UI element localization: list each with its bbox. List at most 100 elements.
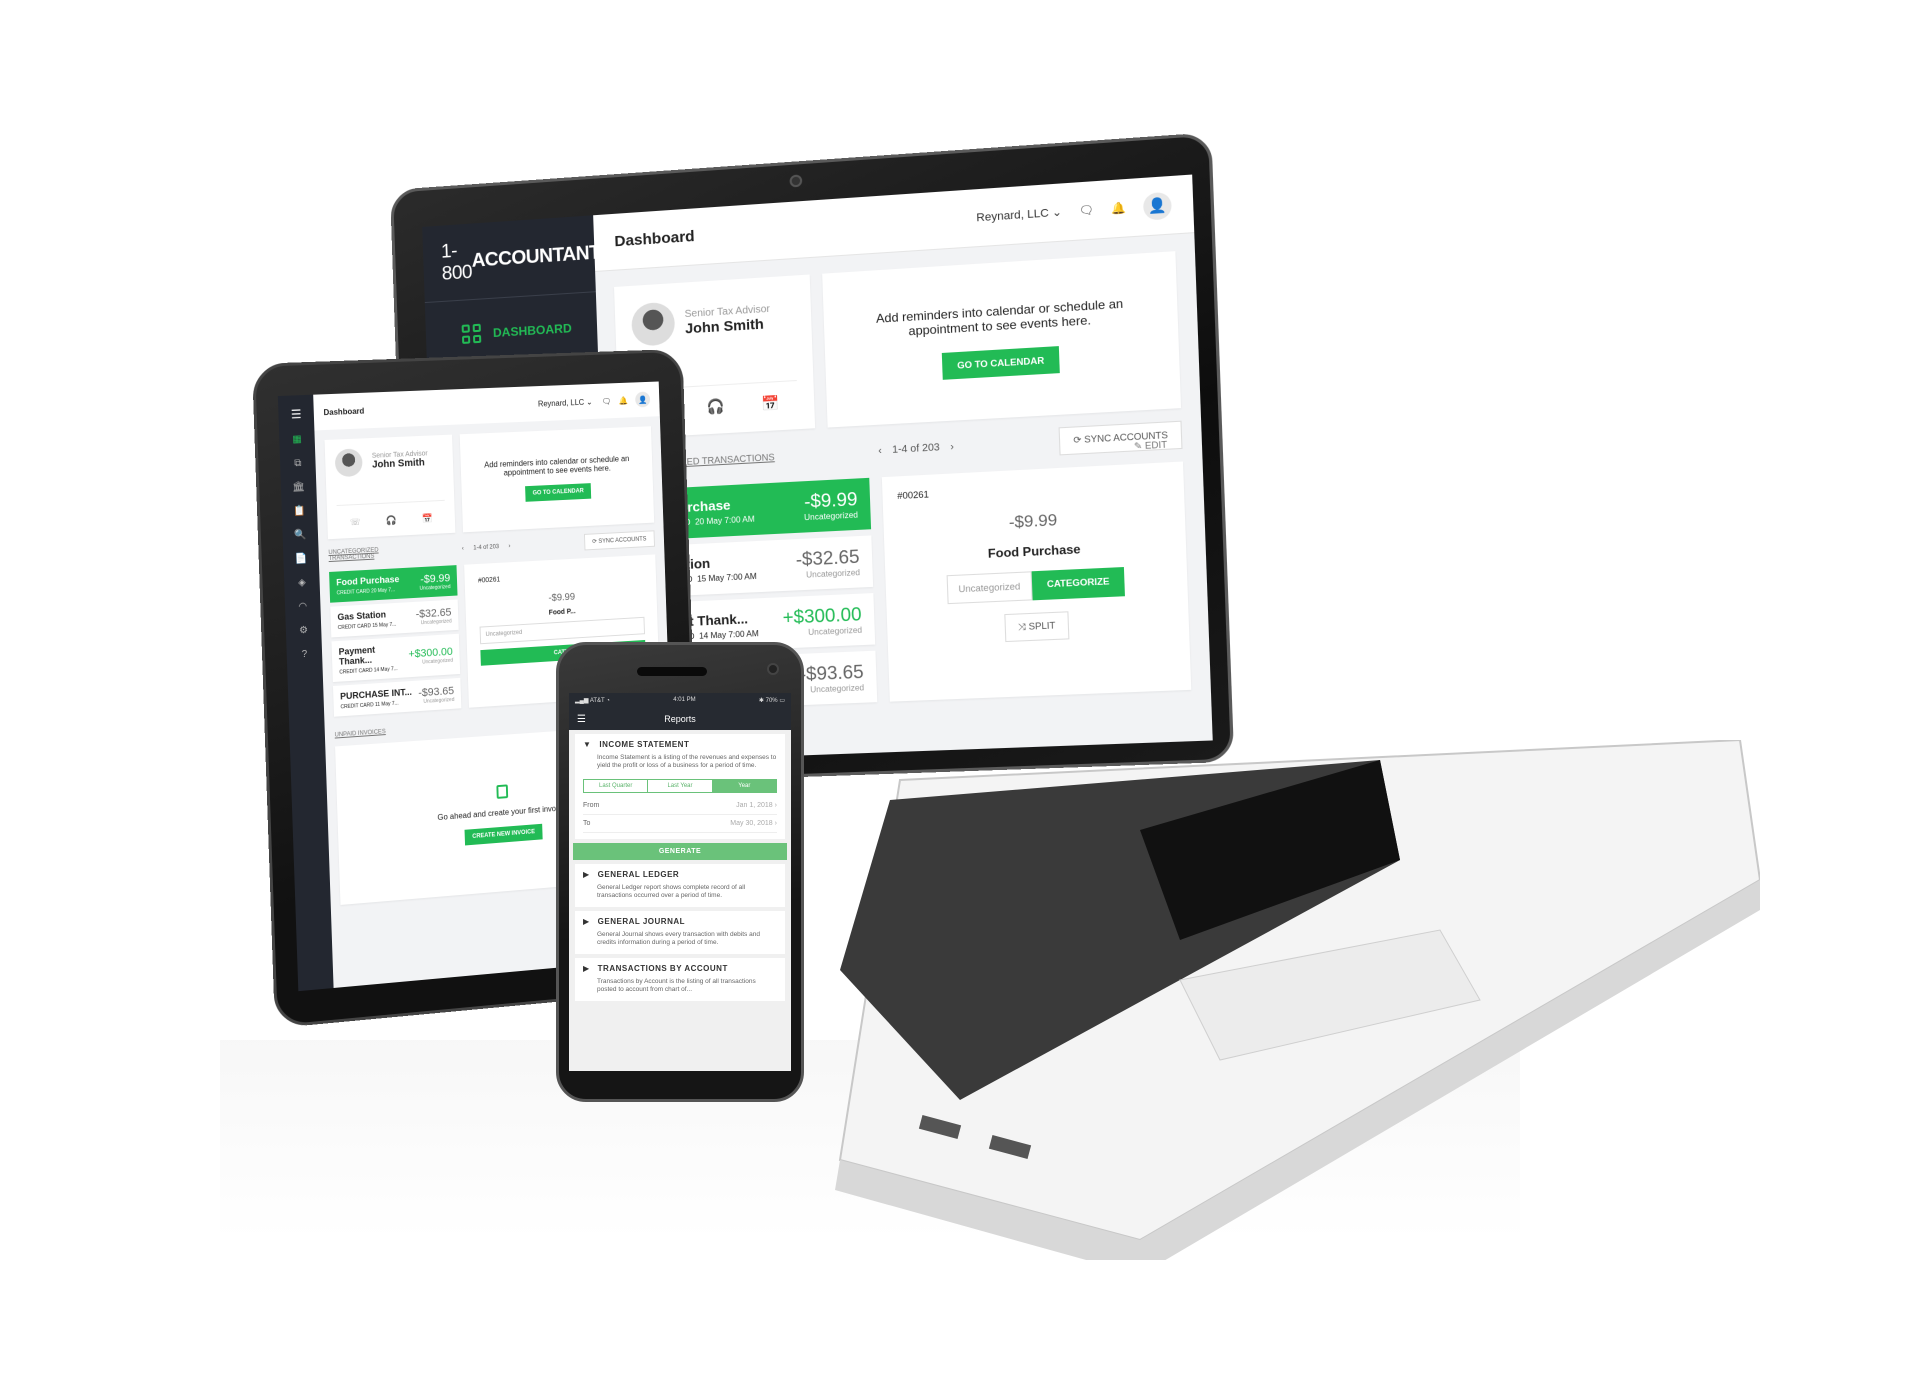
edit-button[interactable]: ✎ EDIT	[1134, 439, 1168, 452]
chevron-right-icon: ›	[774, 819, 777, 827]
hamburger-menu-icon[interactable]: ☰	[577, 714, 586, 725]
split-button[interactable]: ⤨ SPLIT	[1003, 611, 1070, 643]
transactions-heading: UNCATEGORIZED TRANSACTIONS	[328, 547, 379, 562]
phone-icon[interactable]: ☏	[350, 517, 361, 528]
create-invoice-button[interactable]: CREATE NEW INVOICE	[464, 823, 543, 845]
tx-category: Uncategorized	[806, 567, 861, 580]
section-title: GENERAL JOURNAL	[597, 916, 686, 926]
documents-icon[interactable]: ⧉	[294, 458, 301, 469]
bank-icon[interactable]: 🏛	[292, 482, 305, 494]
next-page-icon[interactable]: ›	[508, 543, 510, 549]
to-date-row[interactable]: To May 30, 2018 ›	[583, 815, 777, 833]
prev-page-icon[interactable]: ‹	[878, 445, 882, 457]
sync-accounts-button[interactable]: ⟳ SYNC ACCOUNTS	[583, 530, 655, 551]
clock: 4:01 PM	[673, 697, 696, 703]
caret-right-icon: ▶	[583, 963, 590, 973]
prev-page-icon[interactable]: ‹	[462, 546, 464, 552]
from-label: From	[583, 801, 600, 809]
report-section-income: ▼ INCOME STATEMENT Income Statement is a …	[575, 734, 785, 839]
to-label: To	[583, 819, 591, 827]
from-date-row[interactable]: From Jan 1, 2018 ›	[583, 797, 777, 815]
category-select[interactable]: Uncategorized	[946, 571, 1033, 605]
sidebar-item-label: DASHBOARD	[492, 320, 572, 340]
logo-text: ACCOUNTANT	[471, 241, 601, 272]
battery-level: 70%	[765, 698, 778, 704]
calendar-icon[interactable]: 📅	[761, 394, 780, 412]
bell-icon[interactable]: 🔔	[619, 396, 629, 405]
chat-icon[interactable]: 🗨	[602, 396, 612, 405]
search-document-icon[interactable]: 🔍	[294, 529, 307, 541]
tx-date: 14 May 7:00 AM	[698, 628, 759, 641]
company-selector[interactable]: Reynard, LLC ⌄	[976, 205, 1062, 224]
support-icon[interactable]: ◠	[298, 601, 307, 612]
headset-icon[interactable]: 🎧	[386, 515, 397, 526]
reminder-text: Add reminders into calendar or schedule …	[875, 296, 1124, 339]
tx-amount: -$9.99	[803, 488, 858, 512]
bell-icon[interactable]: 🔔	[1111, 201, 1126, 215]
go-to-calendar-button[interactable]: GO TO CALENDAR	[524, 483, 592, 502]
go-to-calendar-button[interactable]: GO TO CALENDAR	[941, 346, 1060, 380]
category-select[interactable]: Uncategorized	[479, 616, 645, 645]
tx-date: 20 May 7:00 AM	[694, 513, 755, 527]
tx-meta: CREDIT CARD 11 May 7...	[340, 700, 399, 711]
help-icon[interactable]: ?	[302, 649, 308, 660]
calendar-icon[interactable]: 📅	[422, 513, 433, 524]
user-avatar[interactable]: 👤	[1142, 191, 1172, 221]
app-bar: ☰ Reports	[569, 708, 791, 730]
transaction-row[interactable]: Gas Station CREDIT CARD 15 May 7... -$32.…	[330, 599, 459, 638]
section-description: Income Statement is a listing of the rev…	[597, 754, 777, 770]
layers-icon[interactable]: ◈	[298, 577, 306, 588]
tx-amount: -$93.65	[799, 661, 864, 685]
tx-category: Uncategorized	[810, 683, 865, 695]
transaction-row[interactable]: PURCHASE INT... CREDIT CARD 11 May 7... -…	[332, 677, 462, 717]
page-title: Dashboard	[323, 406, 365, 417]
tx-date: 15 May 7:00 AM	[696, 571, 757, 584]
clipboard-icon[interactable]: 📋	[293, 506, 306, 518]
generate-button[interactable]: GENERATE	[573, 842, 787, 860]
tx-meta: CREDIT CARD 14 May 7...	[339, 666, 398, 676]
sync-icon: ⟳	[592, 539, 598, 546]
period-option-selected[interactable]: Year	[712, 779, 776, 792]
to-value: May 30, 2018	[730, 819, 773, 827]
sync-icon: ⟳	[1073, 434, 1082, 446]
transaction-detail: ✎ EDIT #00261 -$9.99 Food Purchase Uncat…	[881, 439, 1192, 702]
detail-amount: -$9.99	[1008, 511, 1058, 532]
front-camera-icon	[767, 663, 779, 675]
carrier: AT&T	[589, 698, 605, 704]
wifi-icon: ◔	[606, 698, 610, 704]
transaction-row[interactable]: Food Purchase CREDIT CARD 20 May 7... -$9…	[329, 565, 458, 603]
logo-prefix: 1-800	[440, 240, 473, 285]
company-name: Reynard, LLC	[537, 397, 585, 409]
report-section: ▶ GENERAL LEDGER General Ledger report sh…	[575, 863, 785, 907]
dashboard-icon[interactable]: ▦	[292, 434, 302, 445]
period-segmented-control: Last Quarter Last Year Year	[583, 778, 777, 793]
company-selector[interactable]: Reynard, LLC ⌄	[538, 397, 593, 408]
categorize-button[interactable]: CATEGORIZE	[1031, 567, 1126, 601]
next-page-icon[interactable]: ›	[950, 441, 954, 453]
section-header[interactable]: ▶ GENERAL LEDGER	[583, 870, 777, 879]
section-header[interactable]: ▶ TRANSACTIONS BY ACCOUNT	[583, 964, 777, 973]
report-section: ▶ GENERAL JOURNAL General Journal shows e…	[575, 910, 785, 954]
headset-icon[interactable]: 🎧	[706, 397, 725, 415]
section-header[interactable]: ▶ GENERAL JOURNAL	[583, 917, 777, 926]
tx-name: Gas Station	[337, 609, 387, 623]
device-mockup-scene: 1-800 ACCOUNTANT DASHBOARD Dashboard Reyn…	[0, 0, 1922, 1390]
tx-name: PURCHASE INT...	[340, 686, 413, 702]
section-header[interactable]: ▼ INCOME STATEMENT	[583, 740, 777, 749]
period-option[interactable]: Last Quarter	[584, 779, 649, 792]
screen-title: Reports	[664, 714, 696, 724]
detail-name: Food P...	[548, 608, 576, 617]
pencil-icon: ✎	[1133, 440, 1143, 452]
caret-right-icon: ▶	[583, 869, 590, 879]
calendar-reminder-card: Add reminders into calendar or schedule …	[822, 251, 1182, 428]
report-icon[interactable]: 📄	[295, 553, 308, 565]
settings-icon[interactable]: ⚙	[299, 625, 308, 636]
chat-icon[interactable]: 🗨	[1079, 203, 1094, 217]
brand-logo[interactable]: 1-800 ACCOUNTANT	[422, 215, 601, 304]
tx-amount: -$32.65	[795, 546, 860, 570]
period-option[interactable]: Last Year	[648, 779, 713, 792]
user-avatar[interactable]: 👤	[635, 391, 651, 408]
transaction-row[interactable]: Payment Thank... CREDIT CARD 14 May 7... …	[331, 633, 461, 683]
transaction-id: #00261	[897, 489, 930, 502]
hamburger-menu-icon[interactable]: ☰	[291, 407, 302, 421]
